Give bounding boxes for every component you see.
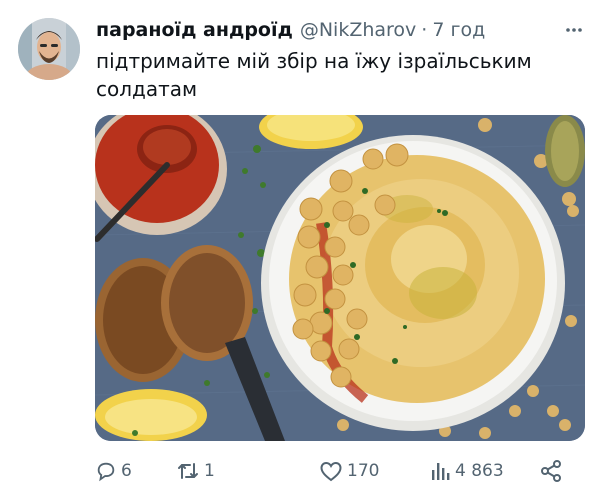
tweet-text: підтримайте мій збір на їжу ізраїльським…: [96, 49, 532, 101]
avatar[interactable]: [18, 18, 80, 80]
like-icon: [320, 461, 342, 482]
user-handle[interactable]: @NikZharov: [300, 19, 416, 41]
repost-icon: [178, 463, 198, 479]
reply-button[interactable]: 6: [95, 455, 132, 487]
display-name[interactable]: параноїд андроїд: [96, 19, 293, 41]
reply-icon: [97, 462, 115, 482]
share-button[interactable]: [539, 455, 563, 487]
separator-dot: ·: [421, 19, 428, 41]
views-count: 4 863: [455, 461, 504, 481]
repost-count: 1: [204, 461, 215, 481]
like-button[interactable]: 170: [319, 455, 379, 487]
views-icon: [432, 463, 450, 480]
reply-count: 6: [121, 461, 132, 481]
views-button[interactable]: 4 863: [429, 455, 504, 487]
share-icon: [541, 460, 561, 482]
action-bar: 6 1 170 4 863: [95, 455, 575, 487]
tweet-image[interactable]: [95, 115, 585, 441]
repost-button[interactable]: 1: [176, 455, 215, 487]
more-options-icon[interactable]: [564, 20, 584, 40]
tweet-header: параноїд андроїд @NikZharov · 7 год: [96, 16, 586, 44]
like-count: 170: [347, 461, 380, 481]
timestamp[interactable]: 7 год: [432, 19, 485, 41]
